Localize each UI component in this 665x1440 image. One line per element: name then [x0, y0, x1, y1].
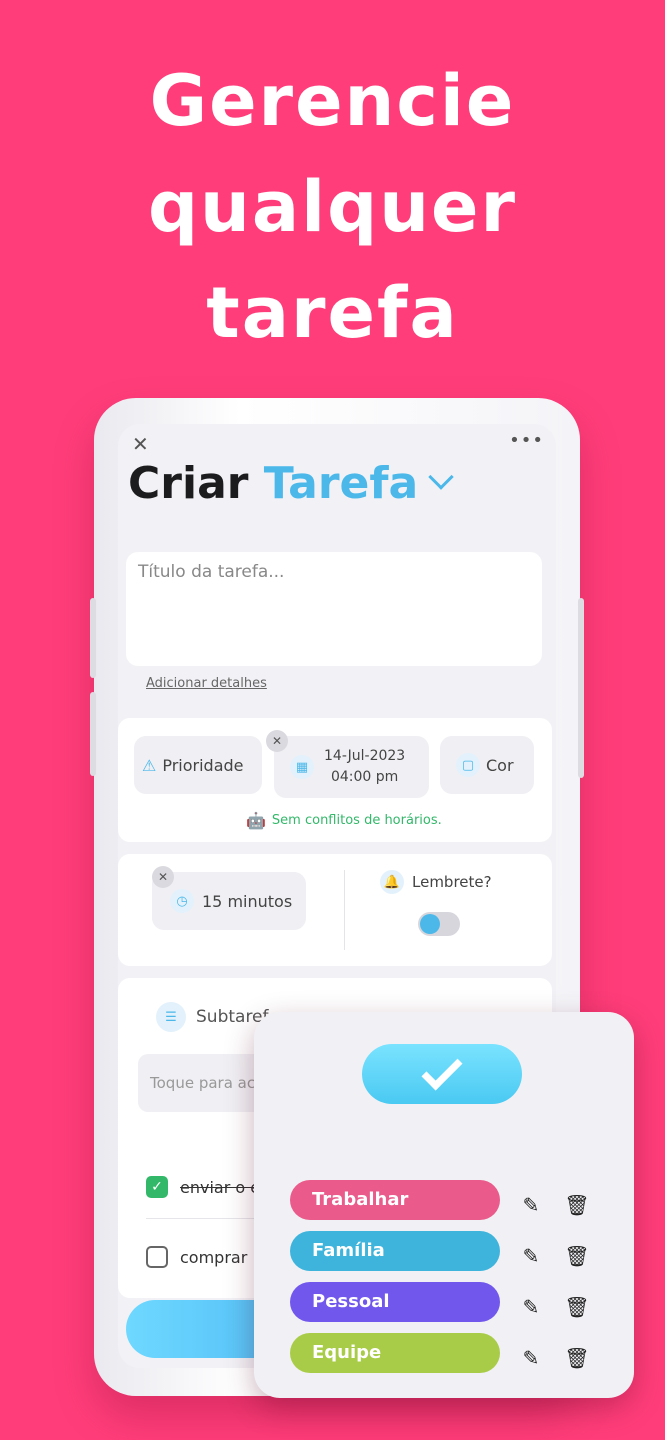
category-pessoal[interactable]: Pessoal	[290, 1282, 500, 1322]
headline-line-3: tarefa	[206, 272, 459, 354]
trash-icon[interactable]: 🗑	[564, 1345, 590, 1371]
chevron-down-icon[interactable]	[428, 464, 454, 490]
duration-label: 15 minutos	[202, 891, 293, 911]
duration-chip[interactable]: ◷ 15 minutos	[152, 872, 306, 930]
edit-icon[interactable]: ✎	[518, 1243, 544, 1269]
side-button	[90, 692, 96, 776]
task-title-input[interactable]: Título da tarefa...	[126, 552, 542, 666]
conflict-text: Sem conflitos de horários.	[271, 813, 442, 828]
title-prefix: Criar	[128, 458, 249, 509]
edit-icon[interactable]: ✎	[518, 1294, 544, 1320]
color-square-icon: ▢	[456, 753, 480, 777]
conflict-status: 🤖 Sem conflitos de horários.	[246, 811, 442, 830]
clear-duration-icon[interactable]: ✕	[152, 866, 174, 888]
headline-line-2: qualquer	[147, 166, 518, 248]
warning-icon: ⚠	[142, 755, 157, 775]
priority-chip[interactable]: ⚠ Prioridade	[134, 736, 262, 794]
subtask-text: comprar	[180, 1248, 248, 1267]
robot-icon: 🤖	[246, 811, 266, 830]
headline: Gerencie qualquer tarefa	[0, 48, 665, 366]
bell-icon: 🔔	[380, 870, 404, 894]
categories-popup: Trabalhar ✎ 🗑 Família ✎ 🗑 Pessoal ✎ 🗑 Eq…	[254, 1012, 634, 1398]
toggle-knob	[420, 914, 440, 934]
category-trabalhar[interactable]: Trabalhar	[290, 1180, 500, 1220]
check-icon	[421, 1049, 463, 1091]
category-familia[interactable]: Família	[290, 1231, 500, 1271]
date-time: 14-Jul-2023 04:00 pm	[324, 746, 405, 788]
options-card: ⚠ Prioridade ▦ 14-Jul-2023 04:00 pm ✕ ▢ …	[118, 718, 552, 842]
subtask-checkbox[interactable]	[146, 1246, 168, 1268]
duration-reminder-card: ◷ 15 minutos ✕ 🔔 Lembrete?	[118, 854, 552, 966]
subtask-text: enviar o e	[180, 1178, 261, 1197]
color-chip[interactable]: ▢ Cor	[440, 736, 534, 794]
calendar-icon: ▦	[290, 755, 314, 779]
subtasks-header: ☰ Subtaref	[156, 1002, 269, 1032]
edit-icon[interactable]: ✎	[518, 1345, 544, 1371]
confirm-button[interactable]	[362, 1044, 522, 1104]
reminder-label-row: 🔔 Lembrete?	[380, 870, 492, 894]
side-button	[90, 598, 96, 678]
divider	[344, 870, 345, 950]
trash-icon[interactable]: 🗑	[564, 1294, 590, 1320]
time-value: 04:00 pm	[330, 769, 399, 785]
more-options-icon[interactable]: •••	[509, 430, 544, 451]
priority-label: Prioridade	[162, 755, 244, 775]
task-title-placeholder: Título da tarefa...	[138, 562, 285, 582]
reminder-label: Lembrete?	[412, 873, 492, 891]
add-details-link[interactable]: Adicionar detalhes	[146, 676, 267, 691]
side-button	[578, 598, 584, 778]
subtask-checkbox-checked[interactable]: ✓	[146, 1176, 168, 1198]
headline-line-1: Gerencie	[149, 60, 516, 142]
clear-date-icon[interactable]: ✕	[266, 730, 288, 752]
trash-icon[interactable]: 🗑	[564, 1243, 590, 1269]
edit-icon[interactable]: ✎	[518, 1192, 544, 1218]
color-label: Cor	[486, 755, 514, 775]
category-equipe[interactable]: Equipe	[290, 1333, 500, 1373]
page-title: Criar Tarefa	[128, 458, 454, 509]
close-icon[interactable]: ✕	[132, 432, 149, 456]
reminder-toggle[interactable]	[418, 912, 460, 936]
trash-icon[interactable]: 🗑	[564, 1192, 590, 1218]
list-icon: ☰	[156, 1002, 186, 1032]
subtask-input-placeholder: Toque para ac	[150, 1074, 256, 1092]
clock-icon: ◷	[170, 889, 194, 913]
date-chip[interactable]: ▦ 14-Jul-2023 04:00 pm	[274, 736, 429, 798]
title-accent[interactable]: Tarefa	[264, 458, 418, 509]
date-value: 14-Jul-2023	[324, 748, 406, 764]
